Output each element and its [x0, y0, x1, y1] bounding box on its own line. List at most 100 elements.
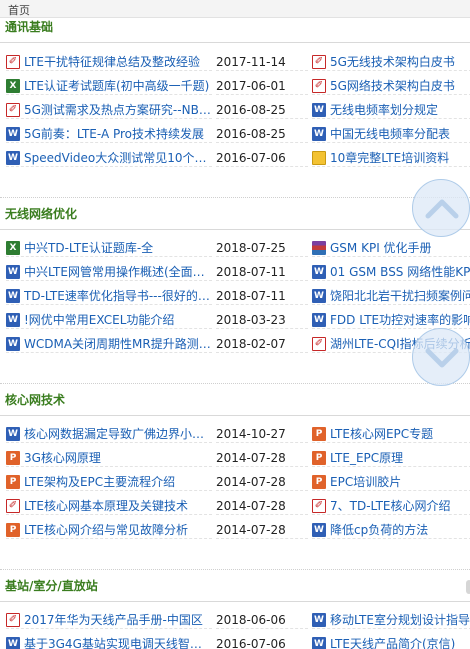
document-link-label[interactable]: 中兴TD-LTE认证题库-全 — [24, 239, 153, 256]
powerpoint-file-icon — [312, 426, 326, 441]
document-link[interactable]: WCDMA关闭周期性MR提升路测接通率 — [6, 335, 212, 353]
chevron-down-icon — [425, 348, 459, 368]
document-date: 2014-07-28 — [216, 473, 308, 491]
section-title[interactable]: 无线网络优化 — [5, 205, 77, 222]
word-file-icon — [6, 312, 20, 327]
pdf-file-icon — [6, 612, 20, 628]
document-link[interactable]: 中兴LTE网管常用操作概述(全面详细) — [6, 263, 212, 281]
word-file-icon — [6, 426, 20, 441]
scroll-up-button[interactable] — [412, 179, 470, 237]
document-link[interactable]: 5G测试需求及热点方案研究--NB-IoT — [6, 101, 212, 119]
document-link[interactable]: 2017年华为天线产品手册-中国区 — [6, 611, 212, 629]
document-link-label[interactable]: 2017年华为天线产品手册-中国区 — [24, 611, 203, 628]
document-link[interactable]: SpeedVideo大众测试常见10个FAQ — [6, 149, 212, 167]
document-link-label[interactable]: 01 GSM BSS 网络性能KPI — [330, 263, 470, 280]
document-link-label[interactable]: 移动LTE室分规划设计指导 — [330, 611, 470, 628]
document-link-label[interactable]: LTE干扰特征规律总结及整改经验 — [24, 53, 200, 70]
document-link[interactable]: !网优中常用EXCEL功能介绍 — [6, 311, 212, 329]
document-link[interactable]: FDD LTE功控对速率的影响 — [312, 311, 470, 329]
section-title[interactable]: 通讯基础 — [5, 18, 53, 35]
document-link-label[interactable]: WCDMA关闭周期性MR提升路测接通率 — [24, 335, 212, 352]
document-link-label[interactable]: GSM KPI 优化手册 — [330, 239, 432, 256]
document-link-label[interactable]: EPC培训胶片 — [330, 473, 401, 490]
document-date: 2014-07-28 — [216, 449, 308, 467]
powerpoint-file-icon — [312, 474, 326, 489]
word-file-icon — [312, 126, 326, 141]
section-title-underline — [0, 601, 470, 602]
word-file-icon — [312, 636, 326, 649]
document-link[interactable]: LTE天线产品简介(京信) — [312, 635, 470, 649]
document-link[interactable]: 3G核心网原理 — [6, 449, 212, 467]
document-link[interactable]: 5G网络技术架构白皮书 — [312, 77, 470, 95]
document-date: 2018-07-11 — [216, 263, 308, 281]
document-link[interactable]: 10章完整LTE培训资料 — [312, 149, 470, 167]
document-link[interactable]: 01 GSM BSS 网络性能KPI — [312, 263, 470, 281]
document-link-label[interactable]: SpeedVideo大众测试常见10个FAQ — [24, 149, 212, 166]
pdf-file-icon — [6, 102, 20, 118]
table-row: 核心网数据漏定导致广佛边界小区问题2014-10-27 LTE核心网EPC专题 — [0, 422, 470, 446]
document-link[interactable]: 5G无线技术架构白皮书 — [312, 53, 470, 71]
document-link-label[interactable]: LTE认证考试题库(初中高级一千题) — [24, 77, 209, 94]
document-link[interactable]: 移动LTE室分规划设计指导 — [312, 611, 470, 629]
document-link[interactable]: 核心网数据漏定导致广佛边界小区问题 — [6, 425, 212, 443]
document-link-label[interactable]: 中国无线电频率分配表 — [330, 125, 450, 142]
document-link-label[interactable]: TD-LTE速率优化指导书---很好的资料 — [24, 287, 212, 304]
document-date: 2017-06-01 — [216, 77, 308, 95]
document-link[interactable]: GSM KPI 优化手册 — [312, 239, 470, 257]
scrollbar-marker[interactable] — [466, 580, 470, 594]
section-title[interactable]: 基站/室分/直放站 — [5, 577, 98, 594]
document-link-label[interactable]: 7、TD-LTE核心网介绍 — [330, 497, 450, 514]
document-link[interactable]: 5G前奏：LTE-A Pro技术持续发展 — [6, 125, 212, 143]
table-row: TD-LTE速率优化指导书---很好的资料2018-07-11 饶阳北北岩干扰扫频… — [0, 284, 470, 308]
document-link-label[interactable]: 3G核心网原理 — [24, 449, 101, 466]
document-link-label[interactable]: 饶阳北北岩干扰扫频案例问题 — [330, 287, 470, 304]
document-link-label[interactable]: 降低cp负荷的方法 — [330, 521, 428, 538]
breadcrumb-home[interactable]: 首页 — [8, 2, 30, 18]
document-link[interactable]: LTE认证考试题库(初中高级一千题) — [6, 77, 212, 95]
document-link-label[interactable]: 10章完整LTE培训资料 — [330, 149, 449, 166]
document-link[interactable]: 无线电频率划分规定 — [312, 101, 470, 119]
document-link-label[interactable]: LTE天线产品简介(京信) — [330, 635, 455, 649]
document-link[interactable]: 中兴TD-LTE认证题库-全 — [6, 239, 212, 257]
document-link[interactable]: 基于3G4G基站实现电调天线智能化 — [6, 635, 212, 649]
document-link[interactable]: LTE_EPC原理 — [312, 449, 470, 467]
document-link-label[interactable]: 5G前奏：LTE-A Pro技术持续发展 — [24, 125, 204, 142]
pdf-file-icon — [6, 498, 20, 514]
document-link-label[interactable]: LTE架构及EPC主要流程介绍 — [24, 473, 175, 490]
document-link[interactable]: LTE核心网EPC专题 — [312, 425, 470, 443]
document-link[interactable]: LTE核心网基本原理及关键技术 — [6, 497, 212, 515]
document-date: 2017-11-14 — [216, 53, 308, 71]
document-date: 2016-08-25 — [216, 101, 308, 119]
document-link-label[interactable]: 无线电频率划分规定 — [330, 101, 438, 118]
document-link-label[interactable]: LTE核心网基本原理及关键技术 — [24, 497, 188, 514]
document-link-label[interactable]: !网优中常用EXCEL功能介绍 — [24, 311, 174, 328]
table-row: 2017年华为天线产品手册-中国区 2018-06-06 移动LTE室分规划设计指导 — [0, 608, 470, 632]
document-link[interactable]: EPC培训胶片 — [312, 473, 470, 491]
document-link[interactable]: TD-LTE速率优化指导书---很好的资料 — [6, 287, 212, 305]
scroll-down-button[interactable] — [412, 328, 470, 386]
document-date: 2014-07-28 — [216, 521, 308, 539]
top-bar: 首页 — [0, 0, 470, 18]
table-row: LTE核心网基本原理及关键技术 2014-07-28 7、TD-LTE核心网介绍 — [0, 494, 470, 518]
document-link-label[interactable]: FDD LTE功控对速率的影响 — [330, 311, 470, 328]
pdf-file-icon — [6, 54, 20, 70]
document-link[interactable]: 7、TD-LTE核心网介绍 — [312, 497, 470, 515]
document-link-label[interactable]: LTE核心网介绍与常见故障分析 — [24, 521, 188, 538]
document-link-label[interactable]: 核心网数据漏定导致广佛边界小区问题 — [24, 425, 212, 442]
table-row: 5G测试需求及热点方案研究--NB-IoT2016-08-25 无线电频率划分规定 — [0, 98, 470, 122]
section-title[interactable]: 核心网技术 — [5, 391, 65, 408]
document-link-label[interactable]: 5G无线技术架构白皮书 — [330, 53, 455, 70]
document-link-label[interactable]: 中兴LTE网管常用操作概述(全面详细) — [24, 263, 212, 280]
document-link[interactable]: 降低cp负荷的方法 — [312, 521, 470, 539]
document-link-label[interactable]: 基于3G4G基站实现电调天线智能化 — [24, 635, 212, 649]
document-link-label[interactable]: LTE核心网EPC专题 — [330, 425, 433, 442]
document-link[interactable]: LTE干扰特征规律总结及整改经验 — [6, 53, 212, 71]
document-link-label[interactable]: 5G测试需求及热点方案研究--NB-IoT — [24, 101, 212, 118]
document-link[interactable]: LTE核心网介绍与常见故障分析 — [6, 521, 212, 539]
document-link[interactable]: LTE架构及EPC主要流程介绍 — [6, 473, 212, 491]
document-link[interactable]: 中国无线电频率分配表 — [312, 125, 470, 143]
document-date: 2014-07-28 — [216, 497, 308, 515]
document-link[interactable]: 饶阳北北岩干扰扫频案例问题 — [312, 287, 470, 305]
document-link-label[interactable]: 5G网络技术架构白皮书 — [330, 77, 455, 94]
document-link-label[interactable]: LTE_EPC原理 — [330, 449, 403, 466]
